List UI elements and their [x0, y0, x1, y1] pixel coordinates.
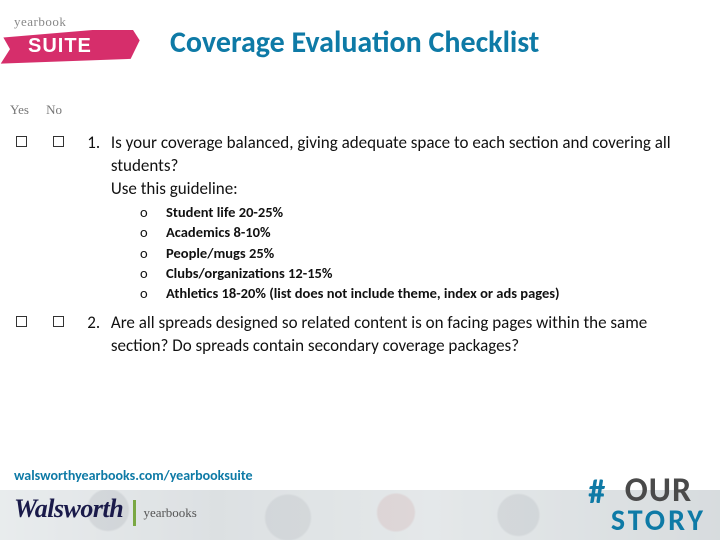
question-number-2: 2. — [87, 312, 107, 333]
brand-main: Walsworth — [14, 494, 123, 523]
slide: yearbook SUITE Coverage Evaluation Check… — [0, 0, 720, 540]
column-headers: Yes No — [10, 102, 62, 118]
logo-yearbook-text: yearbook — [14, 14, 66, 30]
checkbox-no-1[interactable] — [53, 136, 64, 147]
col-yes: Yes — [10, 102, 29, 118]
hash-icon: # — [588, 476, 605, 510]
bullet-item: Student life 20-25% — [140, 202, 560, 222]
footer-url: walsworthyearbooks.com/yearbooksuite — [14, 467, 253, 484]
question-row-2: 2. Are all spreads designed so related c… — [16, 312, 706, 358]
checkbox-no-2[interactable] — [53, 316, 64, 327]
ourstory-tag: # OUR STORY — [588, 476, 706, 534]
col-no: No — [46, 102, 62, 118]
tag-story: STORY — [611, 507, 706, 534]
checkbox-yes-1[interactable] — [16, 136, 27, 147]
walsworth-logo: Walsworth yearbooks — [14, 494, 197, 526]
question-text-2: Are all spreads designed so related cont… — [111, 312, 686, 358]
checkbox-yes-2[interactable] — [16, 316, 27, 327]
bullet-item: Athletics 18-20% (list does not include … — [140, 283, 560, 303]
logo-suite: yearbook SUITE — [0, 8, 150, 68]
brand-sub: yearbooks — [143, 505, 196, 520]
logo-banner-text: SUITE — [28, 35, 92, 58]
bullet-item: Clubs/organizations 12-15% — [140, 263, 560, 283]
question-row-1: 1. Is your coverage balanced, giving ade… — [16, 132, 706, 201]
page-title: Coverage Evaluation Checklist — [170, 24, 539, 61]
brand-divider — [133, 500, 136, 526]
question-number-1: 1. — [87, 132, 107, 153]
bullet-item: People/mugs 25% — [140, 243, 560, 263]
question-text-1: Is your coverage balanced, giving adequa… — [111, 132, 686, 201]
bullet-item: Academics 8-10% — [140, 222, 560, 242]
guideline-bullets: Student life 20-25% Academics 8-10% Peop… — [140, 202, 560, 303]
